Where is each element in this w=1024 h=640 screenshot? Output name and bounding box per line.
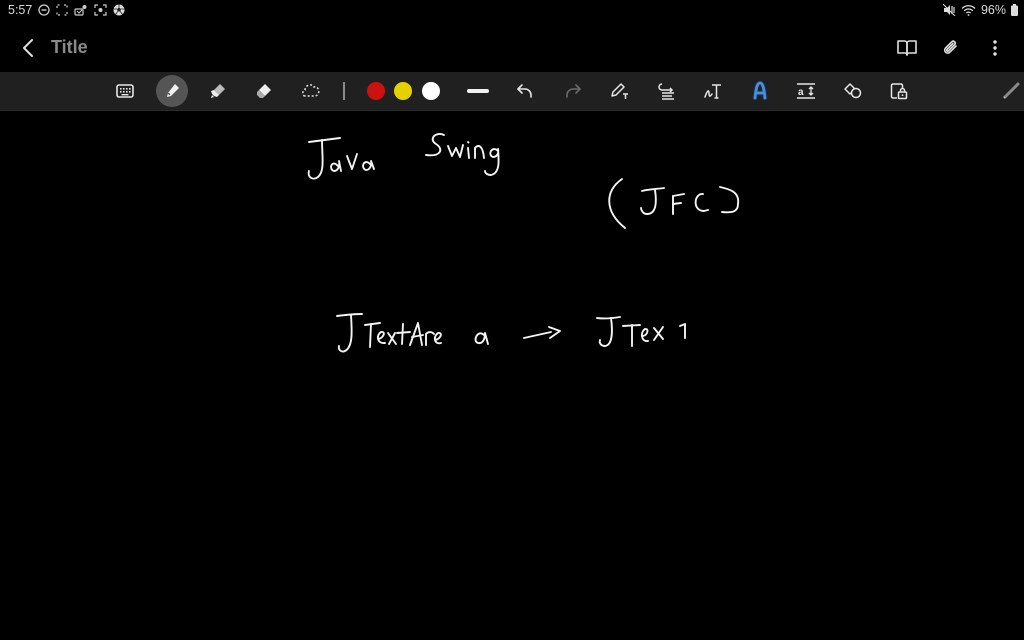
pen-settings-icon	[1003, 82, 1020, 99]
pen-icon	[167, 84, 179, 97]
book-icon	[897, 40, 917, 56]
handwriting-jtextarea-jtext	[336, 313, 686, 353]
lock-canvas-icon	[890, 83, 908, 100]
stroke-width-icon	[467, 89, 489, 93]
eraser-tool-button[interactable]	[248, 75, 280, 107]
chevron-left-icon	[23, 39, 33, 57]
text-size-icon: a	[797, 83, 815, 99]
handwriting-jfc	[608, 178, 740, 229]
soccer-ball-icon	[113, 4, 125, 16]
do-not-disturb-icon	[38, 4, 50, 16]
pen-to-text-button[interactable]	[604, 75, 636, 107]
text-align-button[interactable]	[651, 75, 683, 107]
highlighter-tool-button[interactable]	[202, 75, 234, 107]
more-options-button[interactable]	[980, 34, 1010, 62]
undo-icon	[517, 84, 532, 98]
highlighter-icon	[211, 84, 225, 98]
battery-percent: 96%	[980, 3, 1006, 17]
pen-tool-button[interactable]	[156, 75, 188, 107]
note-title[interactable]: Title	[51, 37, 88, 58]
status-bar: 5:57 96%	[0, 0, 1024, 24]
svg-text:a: a	[798, 87, 804, 98]
color-swatch-red[interactable]	[367, 82, 385, 100]
text-style-button[interactable]	[744, 75, 776, 107]
undo-button[interactable]	[509, 75, 541, 107]
color-swatch-white[interactable]	[422, 82, 440, 100]
redo-icon	[566, 84, 581, 98]
eraser-icon	[257, 84, 271, 98]
mute-icon	[942, 4, 956, 16]
app-bar: Title	[0, 24, 1024, 70]
text-size-button[interactable]: a	[790, 75, 822, 107]
battery-icon	[1011, 4, 1018, 16]
redo-button[interactable]	[557, 75, 589, 107]
stroke-width-button[interactable]	[462, 75, 494, 107]
more-options-icon	[993, 40, 997, 56]
pen-to-text-icon	[611, 83, 628, 99]
lasso-select-icon	[302, 84, 320, 97]
text-style-icon	[752, 81, 768, 101]
notification-icon	[74, 5, 87, 16]
pen-settings-button[interactable]	[995, 75, 1024, 107]
screenshot-frame-icon	[56, 4, 68, 16]
handwriting-java-swing	[307, 133, 500, 180]
reading-mode-button[interactable]	[892, 34, 922, 62]
attach-button[interactable]	[936, 34, 966, 62]
lasso-select-tool-button[interactable]	[295, 75, 327, 107]
drawing-canvas[interactable]: Java Swing	[0, 111, 1024, 640]
handwriting-layer: Java Swing	[307, 133, 740, 353]
drawing-toolbar: a	[0, 72, 1024, 111]
lock-canvas-button[interactable]	[883, 75, 915, 107]
attach-icon	[943, 40, 957, 54]
status-time: 5:57	[8, 3, 33, 17]
back-button[interactable]	[14, 34, 42, 62]
text-align-icon	[658, 83, 674, 100]
keyboard-icon	[116, 84, 134, 98]
wifi-icon	[961, 5, 976, 16]
handwriting-to-text-button[interactable]	[697, 75, 729, 107]
shapes-icon	[844, 83, 862, 99]
screen-record-icon	[94, 4, 107, 16]
shapes-button[interactable]	[837, 75, 869, 107]
keyboard-tool-button[interactable]	[109, 75, 141, 107]
handwriting-to-text-icon	[704, 84, 721, 99]
color-swatch-yellow[interactable]	[394, 82, 412, 100]
toolbar-divider	[343, 82, 345, 100]
